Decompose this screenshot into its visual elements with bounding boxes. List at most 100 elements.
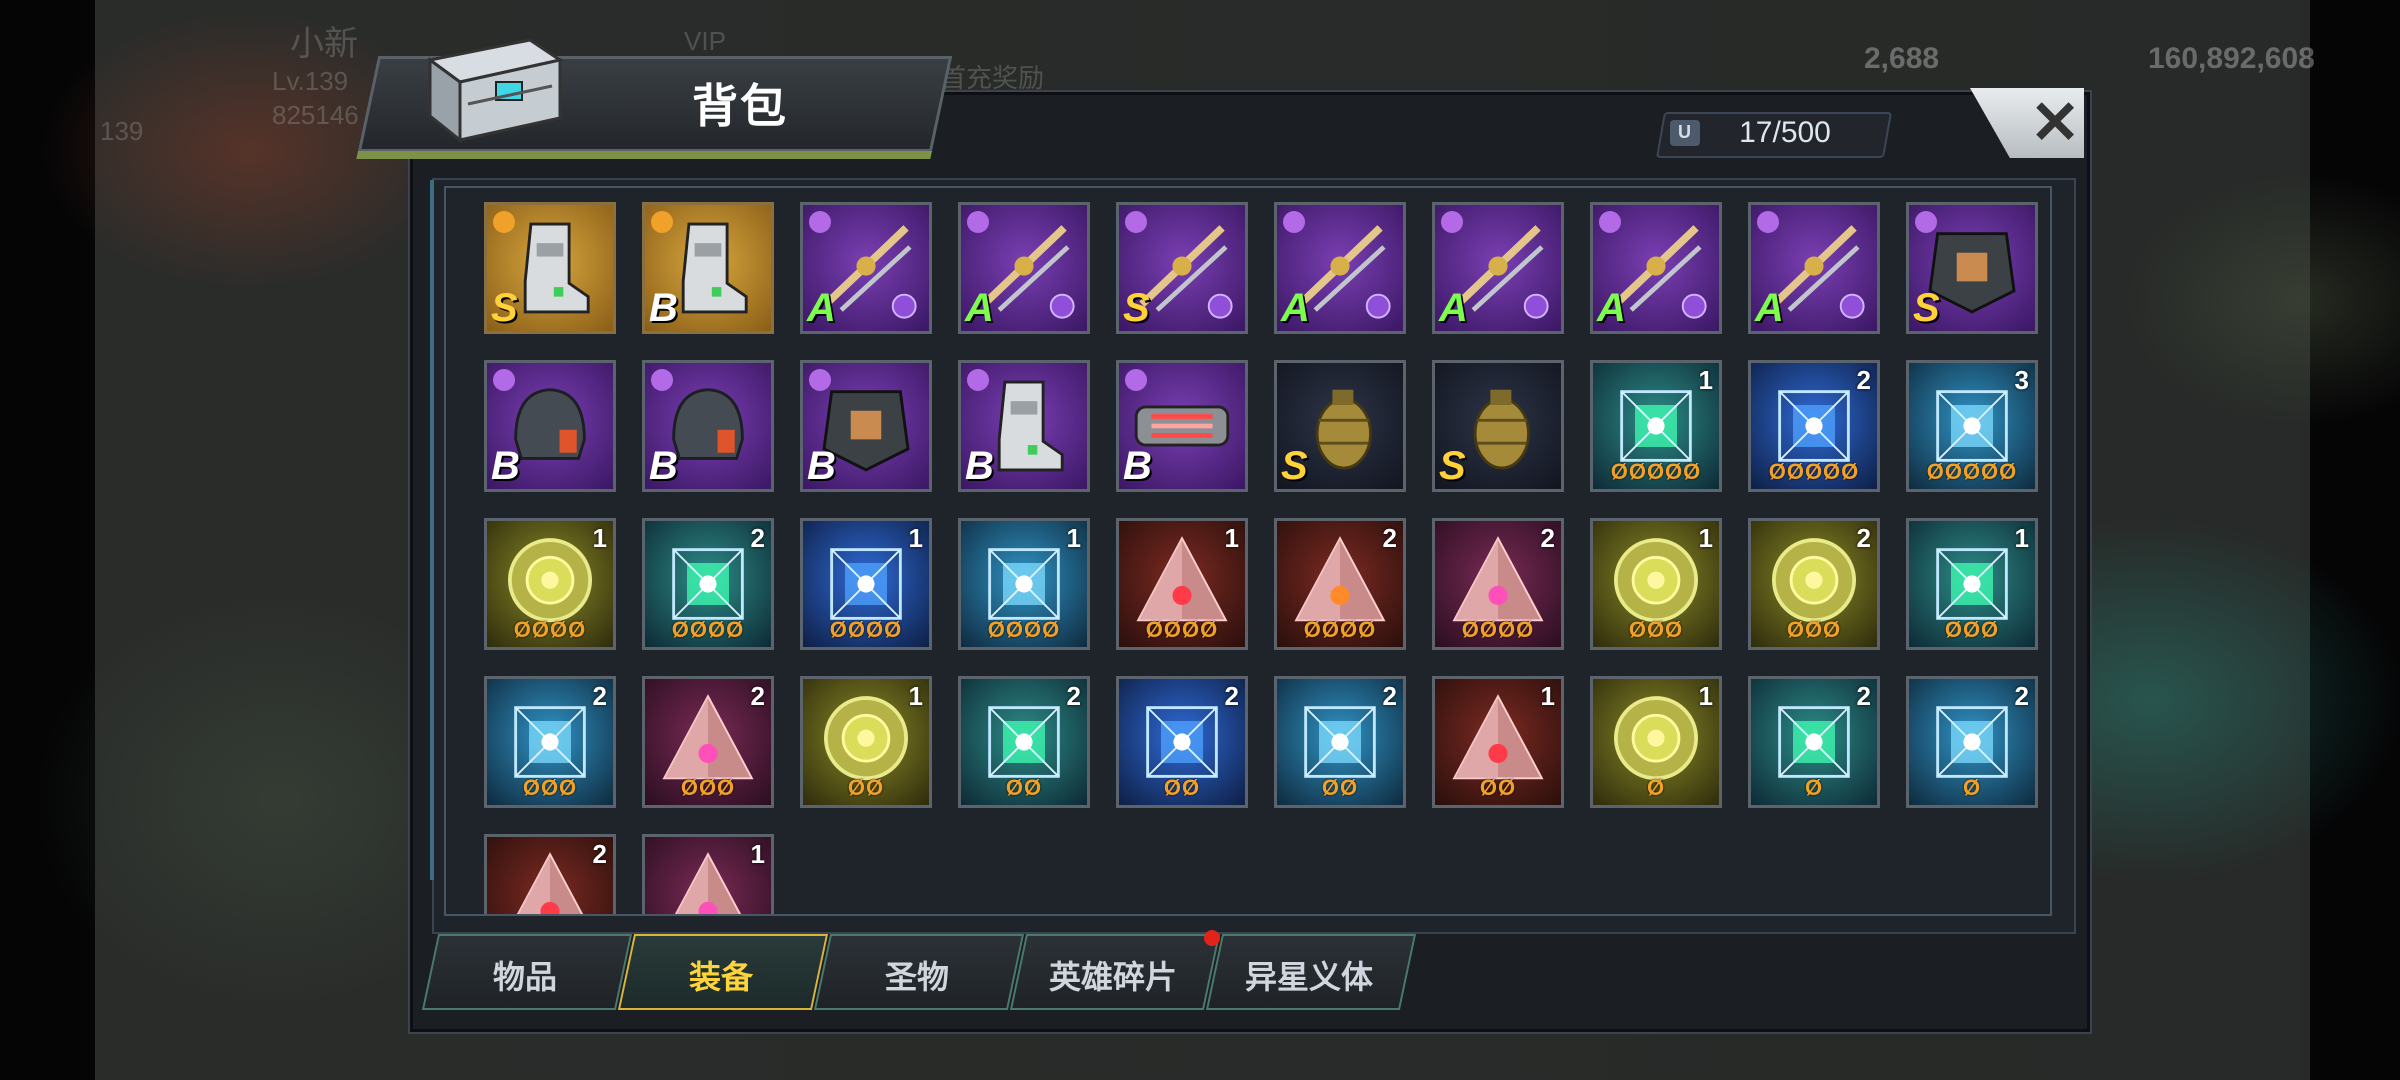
item-type-badge [651,369,673,391]
item-type-badge [493,369,515,391]
level-badge: 139 [100,116,144,146]
item-type-badge [1283,211,1305,233]
inventory-slot[interactable]: 2 ØØØØØ [1748,360,1880,492]
item-count: 1 [1224,523,1239,553]
item-type-badge [1599,211,1621,233]
item-stars: ØØØØ [671,617,745,642]
inventory-slot[interactable]: B [800,360,932,492]
inventory-slot[interactable]: 2 [484,834,616,914]
inventory-slot[interactable]: S [1432,360,1564,492]
inventory-slot[interactable]: S [484,202,616,334]
inventory-slot[interactable]: 2 ØØ [1116,676,1248,808]
item-type-badge [809,369,831,391]
inventory-slot[interactable]: 1Ø [1590,676,1722,808]
inventory-slot[interactable]: 1 [642,834,774,914]
tab-label[interactable]: 异星义体 [1214,952,1404,998]
item-grade: A [1755,286,1784,330]
inventory-slot[interactable]: A [1748,202,1880,334]
item-count: 2 [1540,523,1555,553]
item-stars: ØØØØ [829,617,903,642]
tab-label[interactable]: 英雄碎片 [1018,952,1208,998]
item-count: 2 [592,839,607,869]
inventory-slot[interactable]: 2 ØØ [1274,676,1406,808]
item-grade: B [1123,444,1152,488]
item-type-badge [1915,211,1937,233]
item-type-badge [809,211,831,233]
inventory-slot[interactable]: A [1274,202,1406,334]
item-grade: B [807,444,836,488]
item-stars: ØØØØ [1461,617,1535,642]
item-stars: Ø [1804,775,1824,800]
close-icon[interactable]: ✕ [2030,88,2080,158]
vip-label: VIP [684,26,726,56]
item-stars: ØØØØ [1145,617,1219,642]
item-grade: S [491,286,518,330]
item-count: 2 [1382,681,1397,711]
item-count: 2 [1856,523,1871,553]
item-stars: ØØ [1479,775,1517,800]
item-count: 3 [2014,365,2029,395]
inventory-slot[interactable]: 2 ØØ [958,676,1090,808]
item-count: 1 [908,681,923,711]
item-count: 1 [1066,523,1081,553]
inventory-slot[interactable]: A [958,202,1090,334]
inventory-slot[interactable]: 2Ø [1906,676,2038,808]
item-count: 2 [1382,523,1397,553]
item-grade: S [1123,286,1150,330]
inventory-slot[interactable]: 1 ØØØØ [958,518,1090,650]
item-type-badge [651,211,673,233]
inventory-slot[interactable]: B [642,360,774,492]
item-grade: B [649,286,678,330]
scrollbar[interactable] [430,180,434,880]
inventory-slot[interactable]: 1 ØØØ [1590,518,1722,650]
item-count: 2 [750,523,765,553]
item-grade: B [965,444,994,488]
item-stars: ØØØØØ [1768,459,1860,484]
inventory-slot[interactable]: 1 ØØØØØ [1590,360,1722,492]
item-count: 2 [592,681,607,711]
inventory-slot[interactable]: S [1906,202,2038,334]
inventory-slot[interactable]: A [1590,202,1722,334]
item-count: 2 [1856,365,1871,395]
inventory-slot[interactable]: B [1116,360,1248,492]
item-stars: ØØØ [522,775,578,800]
item-stars: ØØØØ [513,617,587,642]
inventory-slot[interactable]: 1 ØØ [1432,676,1564,808]
inventory-slot[interactable]: 1 ØØØØ [800,518,932,650]
item-stars: ØØØ [680,775,736,800]
inventory-slot[interactable]: 2 ØØØ [484,676,616,808]
item-count: 1 [1540,681,1555,711]
item-grade: A [1597,286,1626,330]
inventory-slot[interactable]: 2Ø [1748,676,1880,808]
item-type-badge [1441,211,1463,233]
inventory-slot[interactable]: 1 ØØØØ [1116,518,1248,650]
bag-icon [1670,120,1700,146]
inventory-slot[interactable]: 2 ØØØØ [642,518,774,650]
inventory-slot[interactable]: 1 ØØØ [1906,518,2038,650]
inventory-slot[interactable]: 1 ØØ [800,676,932,808]
inventory-grid[interactable]: S B A A S A A A A S B B B B B S S 1 ØØØØØ 2 ØØØØØ 3 ØØØØØ 1 ØØØØ… [444,186,2052,916]
inventory-slot[interactable]: S [1116,202,1248,334]
item-grade: S [1913,286,1940,330]
inventory-slot[interactable]: 2 ØØØØ [1432,518,1564,650]
inventory-slot[interactable]: S [1274,360,1406,492]
inventory-slot[interactable]: A [800,202,932,334]
item-stars: Ø [1646,775,1666,800]
inventory-slot[interactable]: B [958,360,1090,492]
item-stars: ØØØØ [987,617,1061,642]
player-level: Lv.139 [272,66,349,96]
inventory-slot[interactable]: 3 ØØØØØ [1906,360,2038,492]
tab-label[interactable]: 装备 [626,952,816,998]
inventory-slot[interactable]: B [642,202,774,334]
item-stars: ØØØ [1944,617,2000,642]
inventory-slot[interactable]: A [1432,202,1564,334]
inventory-slot[interactable]: B [484,360,616,492]
inventory-slot[interactable]: 2 ØØØØ [1274,518,1406,650]
inventory-slot[interactable]: 2 ØØØ [642,676,774,808]
item-count: 2 [1856,681,1871,711]
tab-label[interactable]: 物品 [430,952,620,998]
inventory-slot[interactable]: 2 ØØØ [1748,518,1880,650]
item-stars: ØØ [1005,775,1043,800]
inventory-slot[interactable]: 1 ØØØØ [484,518,616,650]
tab-label[interactable]: 圣物 [822,952,1012,998]
